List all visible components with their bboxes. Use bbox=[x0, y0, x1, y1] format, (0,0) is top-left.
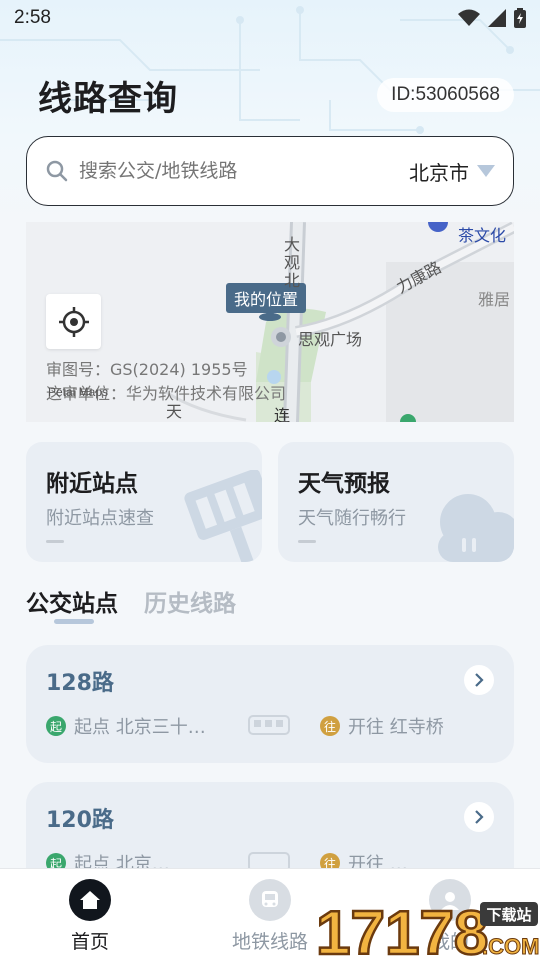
status-bar: 2:58 bbox=[0, 0, 540, 36]
crosshair-icon bbox=[58, 306, 89, 337]
start-badge: 起 bbox=[46, 716, 66, 736]
start-badge: 起 bbox=[46, 853, 66, 868]
search-bar: 北京市 bbox=[26, 136, 514, 206]
map-label-lian: 连 bbox=[274, 406, 291, 422]
card-dash bbox=[298, 540, 316, 543]
locate-button[interactable] bbox=[46, 294, 101, 349]
title-row: 线路查询 ID:53060568 bbox=[38, 70, 514, 120]
nearby-stations-card[interactable]: 附近站点 附近站点速查 bbox=[26, 442, 262, 562]
status-icons bbox=[458, 8, 526, 28]
wifi-icon bbox=[458, 9, 480, 26]
route-start: 起 起点 北京三十… bbox=[46, 713, 222, 739]
route-stops: 起 起点 北京三十… 往 开往 红寺桥 bbox=[46, 711, 494, 741]
home-icon bbox=[69, 879, 111, 921]
card-dash bbox=[46, 540, 64, 543]
route-detail-button[interactable] bbox=[464, 802, 494, 832]
weather-card[interactable]: 天气预报 天气随行畅行 bbox=[278, 442, 514, 562]
site-watermark: 17178 下载站 .COM bbox=[315, 898, 540, 960]
petal-maps-logo: Petal Maps bbox=[48, 385, 109, 399]
nav-label: 地铁线路 bbox=[231, 931, 308, 953]
route-end: 往 开往 … bbox=[320, 850, 408, 868]
watermark-suffix: .COM bbox=[482, 934, 539, 959]
nav-label: 首页 bbox=[70, 931, 109, 953]
bus-icon bbox=[248, 852, 290, 868]
route-card[interactable]: 128路 起 起点 北京三十… 往 开往 红寺桥 bbox=[26, 645, 514, 763]
tab-bus-stations[interactable]: 公交站点 bbox=[26, 584, 118, 618]
map-label-tea: 茶文化 bbox=[458, 226, 507, 245]
route-name: 120路 bbox=[46, 808, 114, 833]
active-tab-indicator bbox=[54, 619, 94, 624]
signal-icon bbox=[488, 9, 506, 27]
end-badge: 往 bbox=[320, 716, 340, 736]
chevron-right-icon bbox=[475, 673, 484, 687]
end-stop: 开往 红寺桥 bbox=[348, 717, 444, 738]
map-approval-number: 审图号：GS(2024) 1955号 bbox=[46, 360, 248, 379]
end-badge: 往 bbox=[320, 853, 340, 868]
content-tabs: 公交站点 历史线路 bbox=[26, 584, 236, 618]
route-card[interactable]: 120路 起 起点 北京… 往 开往 … bbox=[26, 782, 514, 868]
route-stops: 起 起点 北京… 往 开往 … bbox=[46, 848, 494, 868]
end-stop: 开往 … bbox=[348, 854, 408, 868]
map-label-daguan: 大观北 bbox=[284, 235, 301, 290]
status-time: 2:58 bbox=[14, 7, 51, 28]
city-select[interactable]: 北京市 bbox=[409, 157, 495, 186]
subway-icon bbox=[249, 879, 291, 921]
user-id-badge: ID:53060568 bbox=[377, 78, 514, 112]
city-name: 北京市 bbox=[409, 160, 469, 185]
battery-icon bbox=[514, 8, 526, 28]
search-icon bbox=[46, 160, 68, 182]
map-label-square: 思观广场 bbox=[298, 330, 363, 349]
bus-icon bbox=[248, 715, 290, 735]
route-detail-button[interactable] bbox=[464, 665, 494, 695]
map-label-yaju: 雅居 bbox=[478, 290, 511, 309]
route-end: 往 开往 红寺桥 bbox=[320, 713, 444, 739]
map-view[interactable]: 我的位置 大观北 茶文化 力康路 雅居 思观广场 天 连 审图号：GS(2024… bbox=[26, 222, 514, 422]
chevron-right-icon bbox=[475, 810, 484, 824]
bus-stop-sign-icon bbox=[184, 470, 262, 562]
tab-history-routes[interactable]: 历史线路 bbox=[144, 584, 236, 618]
nav-home[interactable]: 首页 bbox=[0, 869, 180, 960]
start-stop: 起点 北京三十… bbox=[74, 717, 206, 738]
start-stop: 起点 北京… bbox=[74, 854, 170, 868]
route-start: 起 起点 北京… bbox=[46, 850, 222, 868]
watermark-tag: 下载站 bbox=[486, 906, 531, 924]
search-input[interactable] bbox=[79, 160, 409, 182]
cloud-icon bbox=[438, 494, 514, 562]
chevron-down-icon bbox=[477, 165, 495, 177]
watermark-number: 17178 bbox=[316, 899, 488, 960]
route-name: 128路 bbox=[46, 671, 114, 696]
page-title: 线路查询 bbox=[38, 78, 178, 119]
